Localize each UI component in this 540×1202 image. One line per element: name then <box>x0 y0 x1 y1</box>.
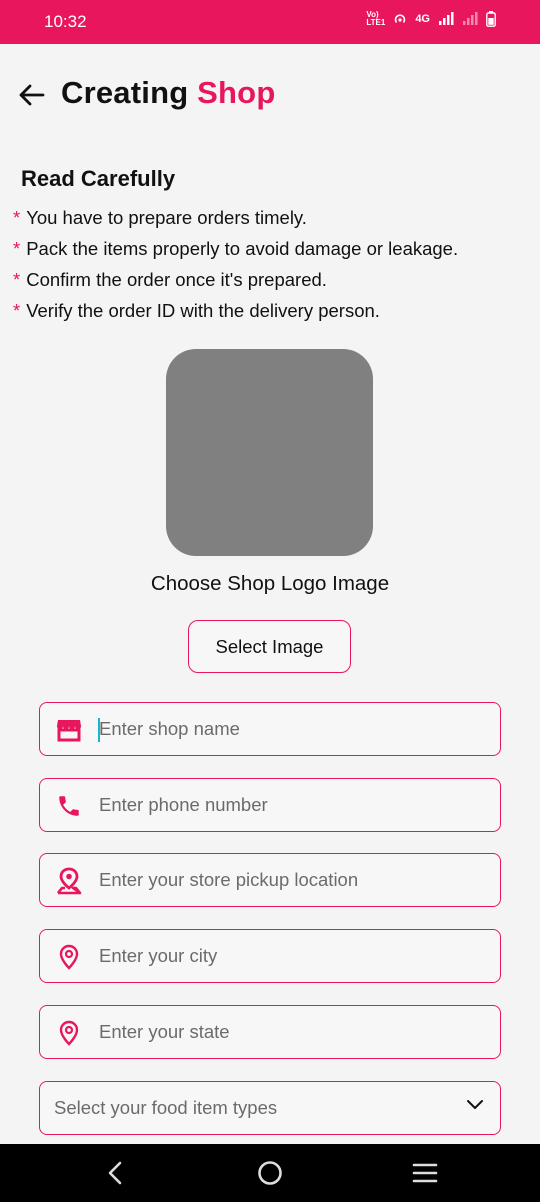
status-icons: Vo) LTE1 4G <box>366 11 496 27</box>
page-title-accent: Shop <box>197 75 276 110</box>
chevron-down-icon <box>467 1100 483 1109</box>
instructions-heading: Read Carefully <box>21 166 176 191</box>
bullet-star: * <box>13 269 21 290</box>
page-title: Creating Shop <box>61 75 275 111</box>
instruction-text: Confirm the order once it's prepared. <box>26 269 327 290</box>
arrow-left-icon <box>19 84 45 106</box>
instructions-list: * You have to prepare orders timely. * Pac… <box>13 206 458 330</box>
back-button[interactable] <box>14 78 48 112</box>
bullet-star: * <box>13 300 21 321</box>
bullet-star: * <box>13 207 21 228</box>
map-pin-icon <box>54 1018 84 1048</box>
status-time: 10:32 <box>44 12 87 31</box>
page-title-main: Creating <box>61 75 189 110</box>
app-header: Creating Shop <box>0 70 540 120</box>
phone-icon <box>54 791 84 821</box>
shop-name-input[interactable]: Enter shop name <box>39 702 501 756</box>
food-types-select[interactable]: Select your food item types <box>39 1081 501 1135</box>
bullet-star: * <box>13 238 21 259</box>
instruction-text: Verify the order ID with the delivery pe… <box>26 300 380 321</box>
network-type: 4G <box>415 13 430 25</box>
food-types-placeholder: Select your food item types <box>54 1097 278 1118</box>
battery-icon <box>486 11 496 27</box>
select-image-label: Select Image <box>215 635 324 657</box>
logo-caption: Choose Shop Logo Image <box>150 572 390 595</box>
location-pin-icon <box>54 866 84 896</box>
chevron-left-icon <box>108 1161 122 1185</box>
shop-name-placeholder: Enter shop name <box>99 718 240 739</box>
pickup-location-input[interactable]: Enter your store pickup location <box>39 853 501 907</box>
pickup-location-placeholder: Enter your store pickup location <box>99 869 359 890</box>
select-image-button[interactable]: Select Image <box>188 620 351 673</box>
city-placeholder: Enter your city <box>99 945 218 966</box>
system-nav-bar <box>0 1144 540 1202</box>
instruction-item: * You have to prepare orders timely. <box>13 206 458 237</box>
storefront-icon <box>54 715 84 745</box>
city-input[interactable]: Enter your city <box>39 929 501 983</box>
hotspot-icon <box>395 14 406 24</box>
phone-input[interactable]: Enter phone number <box>39 778 501 832</box>
instruction-text: You have to prepare orders timely. <box>26 207 307 228</box>
state-input[interactable]: Enter your state <box>39 1005 501 1059</box>
nav-recents-button[interactable] <box>410 1158 440 1188</box>
map-pin-icon <box>54 942 84 972</box>
home-circle-icon <box>258 1161 282 1185</box>
status-bar: 10:32 Vo) LTE1 4G <box>0 0 540 44</box>
instruction-item: * Pack the items properly to avoid damage… <box>13 237 458 268</box>
volte-icon: Vo) LTE1 <box>366 10 386 27</box>
phone-placeholder: Enter phone number <box>99 794 268 815</box>
nav-back-button[interactable] <box>100 1158 130 1188</box>
signal-weak-icon <box>463 12 478 25</box>
menu-lines-icon <box>412 1163 438 1183</box>
instruction-item: * Confirm the order once it's prepared. <box>13 268 458 299</box>
nav-home-button[interactable] <box>255 1158 285 1188</box>
instruction-item: * Verify the order ID with the delivery p… <box>13 299 458 330</box>
instruction-text: Pack the items properly to avoid damage … <box>26 238 459 259</box>
shop-logo-preview[interactable] <box>166 349 373 556</box>
signal-icon <box>439 12 454 25</box>
state-placeholder: Enter your state <box>99 1021 230 1042</box>
